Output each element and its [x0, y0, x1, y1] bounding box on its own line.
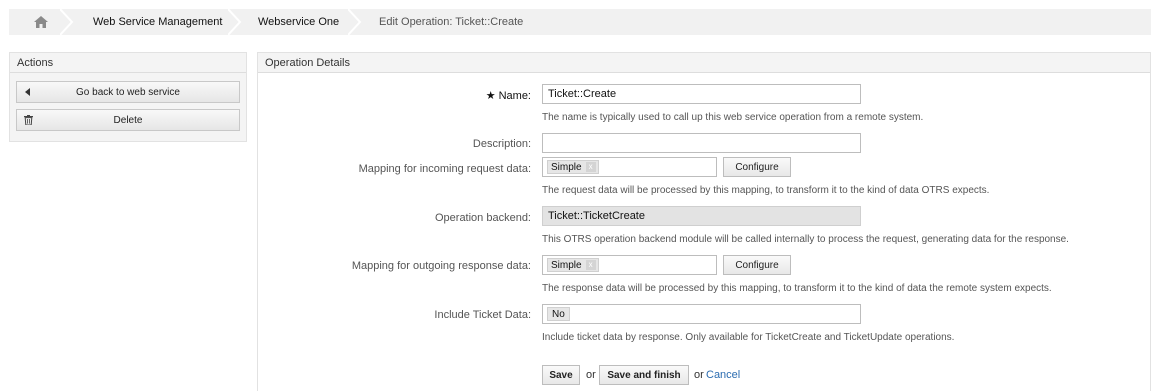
name-hint: The name is typically used to call up th…	[542, 112, 924, 123]
breadcrumb-home[interactable]	[9, 9, 74, 35]
operation-details-panel: Operation Details ★ Name: Ticket::Create …	[257, 52, 1151, 391]
token-label: Simple	[551, 161, 582, 173]
description-input[interactable]	[542, 133, 861, 153]
description-label: Description:	[472, 138, 531, 150]
outgoing-mapping-label: Mapping for outgoing response data:	[351, 260, 531, 272]
breadcrumb-webservice-one[interactable]: Webservice One	[241, 9, 362, 35]
name-label-text: Name:	[498, 90, 531, 102]
breadcrumb-current: Edit Operation: Ticket::Create	[361, 9, 523, 35]
include-ticket-data-select[interactable]: No	[542, 304, 861, 324]
name-value: Ticket::Create	[548, 88, 617, 100]
breadcrumb-label: Webservice One	[258, 16, 340, 28]
remove-token-icon[interactable]: x	[585, 260, 596, 270]
save-and-finish-button[interactable]: Save and finish	[599, 365, 689, 385]
panel-title: Operation Details	[258, 53, 1150, 73]
configure-outgoing-button[interactable]: Configure	[723, 255, 791, 275]
backend-field: Ticket::TicketCreate	[542, 206, 861, 226]
name-label: ★ Name:	[486, 89, 531, 102]
caret-left-icon	[17, 88, 39, 96]
delete-button[interactable]: Delete	[16, 109, 240, 131]
include-ticket-data-hint: Include ticket data by response. Only av…	[542, 332, 955, 343]
selected-token: Simple x	[547, 258, 599, 272]
or-text: or	[694, 369, 704, 381]
delete-label: Delete	[113, 114, 143, 126]
or-text: or	[586, 369, 596, 381]
breadcrumb-separator	[60, 9, 74, 35]
breadcrumb-separator	[228, 9, 242, 35]
backend-label: Operation backend:	[434, 212, 531, 224]
include-ticket-data-label: Include Ticket Data:	[434, 309, 531, 321]
breadcrumb: Web Service Management Webservice One Ed…	[9, 9, 1151, 35]
outgoing-mapping-select[interactable]: Simple x	[542, 255, 717, 275]
sidebar-title: Actions	[10, 53, 246, 73]
cancel-link[interactable]: Cancel	[706, 369, 740, 381]
go-back-label: Go back to web service	[76, 86, 180, 98]
home-icon	[34, 16, 48, 28]
trash-icon	[17, 115, 39, 125]
backend-hint: This OTRS operation backend module will …	[542, 234, 1069, 245]
token-label: No	[552, 308, 565, 320]
actions-sidebar: Actions Go back to web service Delete	[9, 52, 247, 142]
incoming-mapping-select[interactable]: Simple x	[542, 157, 717, 177]
incoming-mapping-hint: The request data will be processed by th…	[542, 185, 990, 196]
backend-value: Ticket::TicketCreate	[548, 210, 645, 222]
breadcrumb-separator	[348, 9, 362, 35]
configure-incoming-button[interactable]: Configure	[723, 157, 791, 177]
remove-token-icon[interactable]: x	[585, 162, 596, 172]
required-star-icon: ★	[485, 90, 496, 102]
save-button[interactable]: Save	[542, 365, 580, 385]
name-input[interactable]: Ticket::Create	[542, 84, 861, 104]
selected-token: Simple x	[547, 160, 599, 174]
go-back-button[interactable]: Go back to web service	[16, 81, 240, 103]
breadcrumb-web-service-management[interactable]: Web Service Management	[73, 9, 242, 35]
breadcrumb-label: Edit Operation: Ticket::Create	[379, 16, 524, 28]
incoming-mapping-label: Mapping for incoming request data:	[358, 163, 531, 175]
breadcrumb-label: Web Service Management	[93, 16, 223, 28]
selected-token: No	[547, 307, 570, 321]
outgoing-mapping-hint: The response data will be processed by t…	[542, 283, 1052, 294]
token-label: Simple	[551, 259, 582, 271]
